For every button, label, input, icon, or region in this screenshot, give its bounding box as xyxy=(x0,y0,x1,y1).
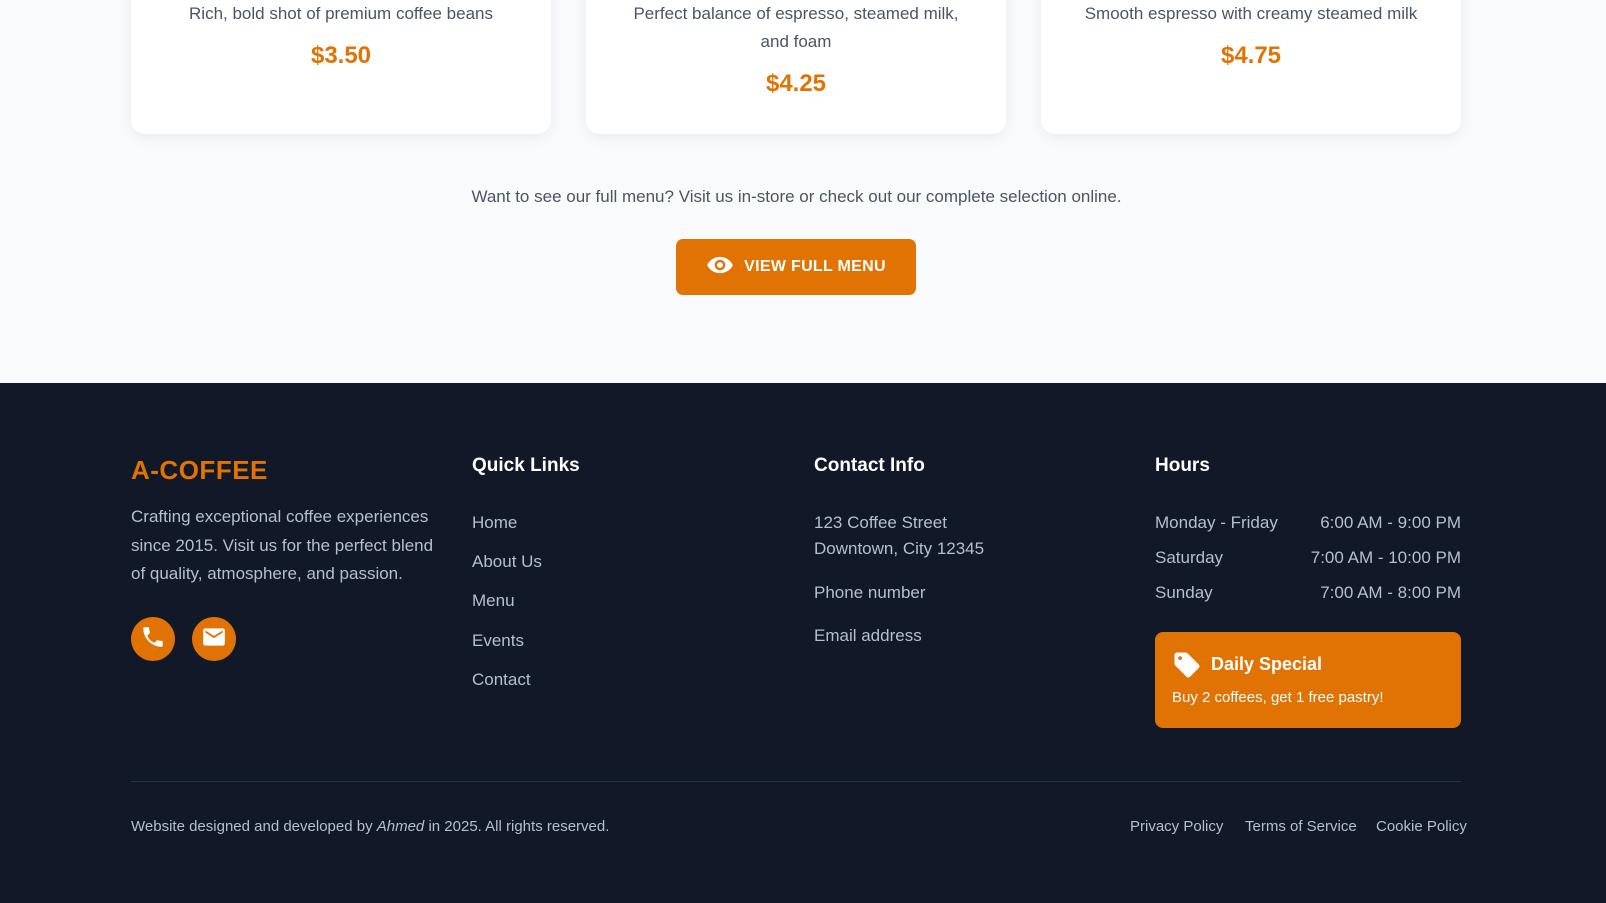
hours-row: Saturday 7:00 AM - 10:00 PM xyxy=(1155,548,1461,568)
hours-day: Monday - Friday xyxy=(1155,513,1278,532)
daily-special-card: Daily Special Buy 2 coffees, get 1 free … xyxy=(1155,632,1461,728)
footer-brand: A-COFFEE xyxy=(131,455,268,485)
privacy-policy-link[interactable]: Privacy Policy xyxy=(1130,818,1223,835)
site-footer: A-COFFEE Crafting exceptional coffee exp… xyxy=(0,383,1606,903)
daily-special-description: Buy 2 coffees, get 1 free pastry! xyxy=(1172,689,1384,706)
hours-day: Saturday xyxy=(1155,548,1224,567)
hours-row: Monday - Friday 6:00 AM - 9:00 PM xyxy=(1155,513,1461,533)
email-button[interactable] xyxy=(192,617,236,661)
copyright-prefix: Website designed and developed by xyxy=(131,818,373,835)
hours-time: 6:00 AM - 9:00 PM xyxy=(1320,513,1461,532)
copyright-author: Ahmed xyxy=(376,818,425,835)
menu-card-description: Smooth espresso with creamy steamed milk xyxy=(1084,4,1418,23)
contact-phone: Phone number xyxy=(814,583,926,602)
menu-card-latte: Smooth espresso with creamy steamed milk… xyxy=(1041,0,1461,134)
menu-card-price: $4.75 xyxy=(1220,42,1282,69)
menu-card-description: Rich, bold shot of premium coffee beans xyxy=(189,4,493,23)
hours-time: 7:00 AM - 10:00 PM xyxy=(1310,548,1461,567)
menu-card-cappuccino: Perfect balance of espresso, steamed mil… xyxy=(586,0,1006,134)
copyright-suffix: in 2025. All rights reserved. xyxy=(428,818,610,835)
contact-address-line1: 123 Coffee Street xyxy=(814,513,947,532)
menu-card-espresso: Rich, bold shot of premium coffee beans … xyxy=(131,0,551,134)
hours-title: Hours xyxy=(1155,455,1210,476)
terms-of-service-link[interactable]: Terms of Service xyxy=(1245,818,1357,835)
contact-email: Email address xyxy=(814,626,922,645)
quick-link-contact[interactable]: Contact xyxy=(472,670,531,690)
hours-time: 7:00 AM - 8:00 PM xyxy=(1320,583,1461,602)
quick-links-title: Quick Links xyxy=(472,455,580,476)
eye-icon xyxy=(706,251,734,284)
menu-card-description: Perfect balance of espresso, steamed mil… xyxy=(633,4,959,51)
menu-section: Rich, bold shot of premium coffee beans … xyxy=(0,0,1606,383)
footer-divider xyxy=(131,781,1461,782)
menu-note: Want to see our full menu? Visit us in-s… xyxy=(471,187,1122,206)
phone-icon xyxy=(140,624,166,655)
view-full-menu-button[interactable]: VIEW FULL MENU xyxy=(676,239,916,295)
mail-icon xyxy=(201,624,227,655)
daily-special-title: Daily Special xyxy=(1211,654,1323,674)
quick-link-events[interactable]: Events xyxy=(472,631,524,651)
view-full-menu-label: VIEW FULL MENU xyxy=(744,258,886,275)
menu-card-price: $4.25 xyxy=(765,70,827,97)
quick-link-menu[interactable]: Menu xyxy=(472,591,515,611)
contact-address-line2: Downtown, City 12345 xyxy=(814,539,985,558)
footer-about: Crafting exceptional coffee experiences … xyxy=(131,507,434,583)
cookie-policy-link[interactable]: Cookie Policy xyxy=(1376,818,1467,835)
copyright: Website designed and developed by Ahmed … xyxy=(131,818,609,835)
quick-link-about[interactable]: About Us xyxy=(472,552,542,572)
phone-button[interactable] xyxy=(131,617,175,661)
contact-info-title: Contact Info xyxy=(814,455,925,476)
hours-row: Sunday 7:00 AM - 8:00 PM xyxy=(1155,583,1461,603)
hours-day: Sunday xyxy=(1155,583,1213,602)
menu-card-price: $3.50 xyxy=(310,42,372,69)
quick-link-home[interactable]: Home xyxy=(472,513,517,533)
